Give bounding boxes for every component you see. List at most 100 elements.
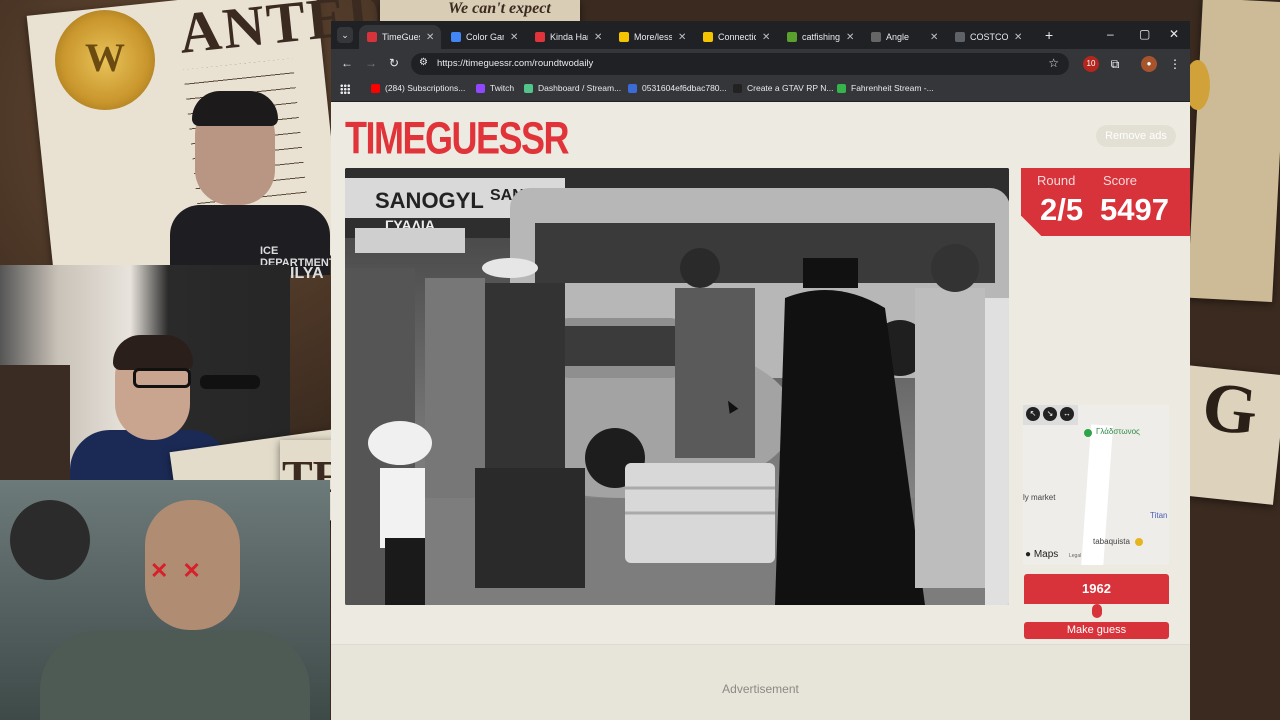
map-label-top: Γλάδστωνος bbox=[1096, 427, 1140, 436]
tab-kinda-har[interactable]: Kinda Har ✕ bbox=[527, 25, 609, 49]
sign-text-1: SANOGYL bbox=[375, 188, 484, 213]
top-poster-text: We can't expect bbox=[448, 0, 551, 17]
tab-favicon-icon bbox=[871, 32, 881, 42]
tab-angle[interactable]: Angle ✕ bbox=[863, 25, 945, 49]
map-label-poi: tabaquista bbox=[1093, 537, 1130, 546]
guess-map[interactable]: ↖ ↘ ↔ Γλάδστωνος ly market Titan tabaqui… bbox=[1023, 405, 1169, 565]
site-settings-icon[interactable]: ⚙ bbox=[419, 57, 428, 68]
webcam-person-hair bbox=[113, 335, 193, 370]
browser-window: ⌄ TimeGues✕Color Gam✕Kinda Har✕More/less… bbox=[331, 21, 1190, 720]
map-label-left: ly market bbox=[1023, 493, 1056, 502]
map-poi-yellow-icon bbox=[1135, 538, 1143, 546]
tab-label: Kinda Har bbox=[550, 32, 588, 42]
tab-favicon-icon bbox=[367, 32, 377, 42]
glasses-icon bbox=[133, 368, 191, 388]
extension-badge-count: 10 bbox=[1086, 59, 1096, 68]
tab-close-icon[interactable]: ✕ bbox=[510, 32, 518, 43]
extension-badge-icon[interactable]: 10 bbox=[1083, 56, 1099, 72]
coin-letter: W bbox=[85, 35, 125, 80]
tab-label: catfishing bbox=[802, 32, 840, 42]
bookmark-favicon-icon bbox=[476, 83, 485, 93]
map-legal-link[interactable]: Legal bbox=[1069, 553, 1081, 559]
year-slider-handle[interactable] bbox=[1092, 604, 1102, 618]
bookmark-item[interactable]: Create a GTAV RP N... bbox=[733, 83, 833, 93]
make-guess-button[interactable]: Make guess bbox=[1024, 622, 1169, 639]
map-pin-icon[interactable]: ↔ bbox=[1060, 407, 1074, 421]
right-poster-strip bbox=[1187, 0, 1280, 303]
apps-grid-icon[interactable] bbox=[340, 84, 350, 94]
bookmark-item[interactable]: Twitch bbox=[476, 83, 514, 93]
forward-icon[interactable]: → bbox=[365, 56, 377, 70]
top-poster: We can't expect bbox=[380, 0, 580, 22]
bookmark-item[interactable]: 0531604ef6dbac780... bbox=[628, 83, 727, 93]
year-slider[interactable] bbox=[1024, 604, 1169, 618]
historical-photo[interactable]: SANOGYL SANOGYL ΓΥΑΛΙΑ 21404 bbox=[345, 168, 1009, 605]
tab-close-icon[interactable]: ✕ bbox=[930, 32, 938, 43]
menu-kebab-icon[interactable]: ⋮ bbox=[1167, 56, 1183, 72]
bookmark-label: (284) Subscriptions... bbox=[385, 83, 466, 93]
bookmark-favicon-icon bbox=[628, 83, 637, 93]
address-bar[interactable]: ⚙ https://timeguessr.com/roundtwodaily ☆ bbox=[411, 53, 1069, 75]
bookmark-item[interactable]: (284) Subscriptions... bbox=[371, 83, 465, 93]
profile-avatar[interactable]: ● bbox=[1141, 56, 1157, 72]
bookmark-favicon-icon bbox=[733, 83, 742, 93]
url-text[interactable]: https://timeguessr.com/roundtwodaily bbox=[437, 58, 593, 69]
tab-label: Connectio bbox=[718, 32, 756, 42]
bookmark-item[interactable]: Fahrenheit Stream -... bbox=[837, 83, 934, 93]
coin-logo-icon: W bbox=[55, 10, 155, 110]
character-illustration-bottom: ✕✕ bbox=[0, 480, 330, 720]
tab-search-button[interactable]: ⌄ bbox=[337, 27, 353, 43]
tab-connectio[interactable]: Connectio ✕ bbox=[695, 25, 777, 49]
year-display: 1962 bbox=[1024, 574, 1169, 604]
extensions-puzzle-icon[interactable]: ⧉ bbox=[1107, 56, 1123, 72]
bookmark-star-icon[interactable]: ☆ bbox=[1048, 56, 1059, 70]
score-value: 5497 bbox=[1100, 192, 1169, 227]
round-score-panel: Round Score 2/5 5497 bbox=[1021, 168, 1190, 236]
tab-timegues[interactable]: TimeGues ✕ bbox=[359, 25, 441, 49]
map-poi-green-icon bbox=[1084, 429, 1092, 437]
tab-label: More/less bbox=[634, 32, 672, 42]
tab-close-icon[interactable]: ✕ bbox=[678, 32, 686, 43]
reload-icon[interactable]: ↻ bbox=[389, 56, 399, 70]
round-value: 2/5 bbox=[1040, 192, 1084, 227]
tab-more-less[interactable]: More/less ✕ bbox=[611, 25, 693, 49]
character-illustration-top: ICE DEPARTMENT ILYA bbox=[170, 91, 336, 282]
score-label: Score bbox=[1103, 173, 1137, 188]
bookmark-favicon-icon bbox=[371, 83, 380, 93]
name-text: ILYA bbox=[290, 265, 324, 282]
back-icon[interactable]: ← bbox=[341, 56, 353, 70]
tab-close-icon[interactable]: ✕ bbox=[426, 32, 434, 43]
tab-close-icon[interactable]: ✕ bbox=[846, 32, 854, 43]
bookmark-label: Fahrenheit Stream -... bbox=[851, 83, 934, 93]
tab-close-icon[interactable]: ✕ bbox=[1014, 32, 1022, 43]
maximize-icon[interactable]: ▢ bbox=[1139, 27, 1150, 41]
tab-strip: ⌄ TimeGues✕Color Gam✕Kinda Har✕More/less… bbox=[331, 21, 1190, 49]
advertisement-label: Advertisement bbox=[722, 682, 799, 696]
apple-logo-icon: ● bbox=[1025, 549, 1032, 560]
close-window-icon[interactable]: ✕ bbox=[1169, 27, 1179, 41]
tab-close-icon[interactable]: ✕ bbox=[762, 32, 770, 43]
red-x-glasses-icon: ✕✕ bbox=[150, 558, 215, 583]
timeguessr-logo[interactable]: TIMEGUESSR bbox=[345, 112, 570, 165]
map-attribution: ● Maps bbox=[1025, 549, 1058, 560]
tab-favicon-icon bbox=[703, 32, 713, 42]
round-label: Round bbox=[1037, 173, 1076, 188]
tab-costcod[interactable]: COSTCOD ✕ bbox=[947, 25, 1029, 49]
remove-ads-button[interactable]: Remove ads bbox=[1096, 125, 1176, 147]
map-expand-icon[interactable]: ↖ bbox=[1026, 407, 1040, 421]
tab-close-icon[interactable]: ✕ bbox=[594, 32, 602, 43]
character-hair bbox=[192, 91, 278, 126]
tab-label: COSTCOD bbox=[970, 32, 1008, 42]
tab-label: Color Gam bbox=[466, 32, 504, 42]
minimize-icon[interactable]: – bbox=[1107, 27, 1114, 41]
tab-label: TimeGues bbox=[382, 32, 420, 42]
bookmark-item[interactable]: Dashboard / Stream... bbox=[524, 83, 621, 93]
tab-color-gam[interactable]: Color Gam ✕ bbox=[443, 25, 525, 49]
bookmarks-bar: (284) Subscriptions... Twitch Dashboard / … bbox=[331, 79, 1190, 102]
map-shrink-icon[interactable]: ↘ bbox=[1043, 407, 1057, 421]
map-attribution-text: Maps bbox=[1033, 549, 1059, 560]
new-tab-button[interactable]: + bbox=[1045, 27, 1053, 43]
tab-label: Angle bbox=[886, 32, 910, 42]
tab-catfishing[interactable]: catfishing ✕ bbox=[779, 25, 861, 49]
right-poster-letter: G bbox=[1198, 368, 1262, 451]
